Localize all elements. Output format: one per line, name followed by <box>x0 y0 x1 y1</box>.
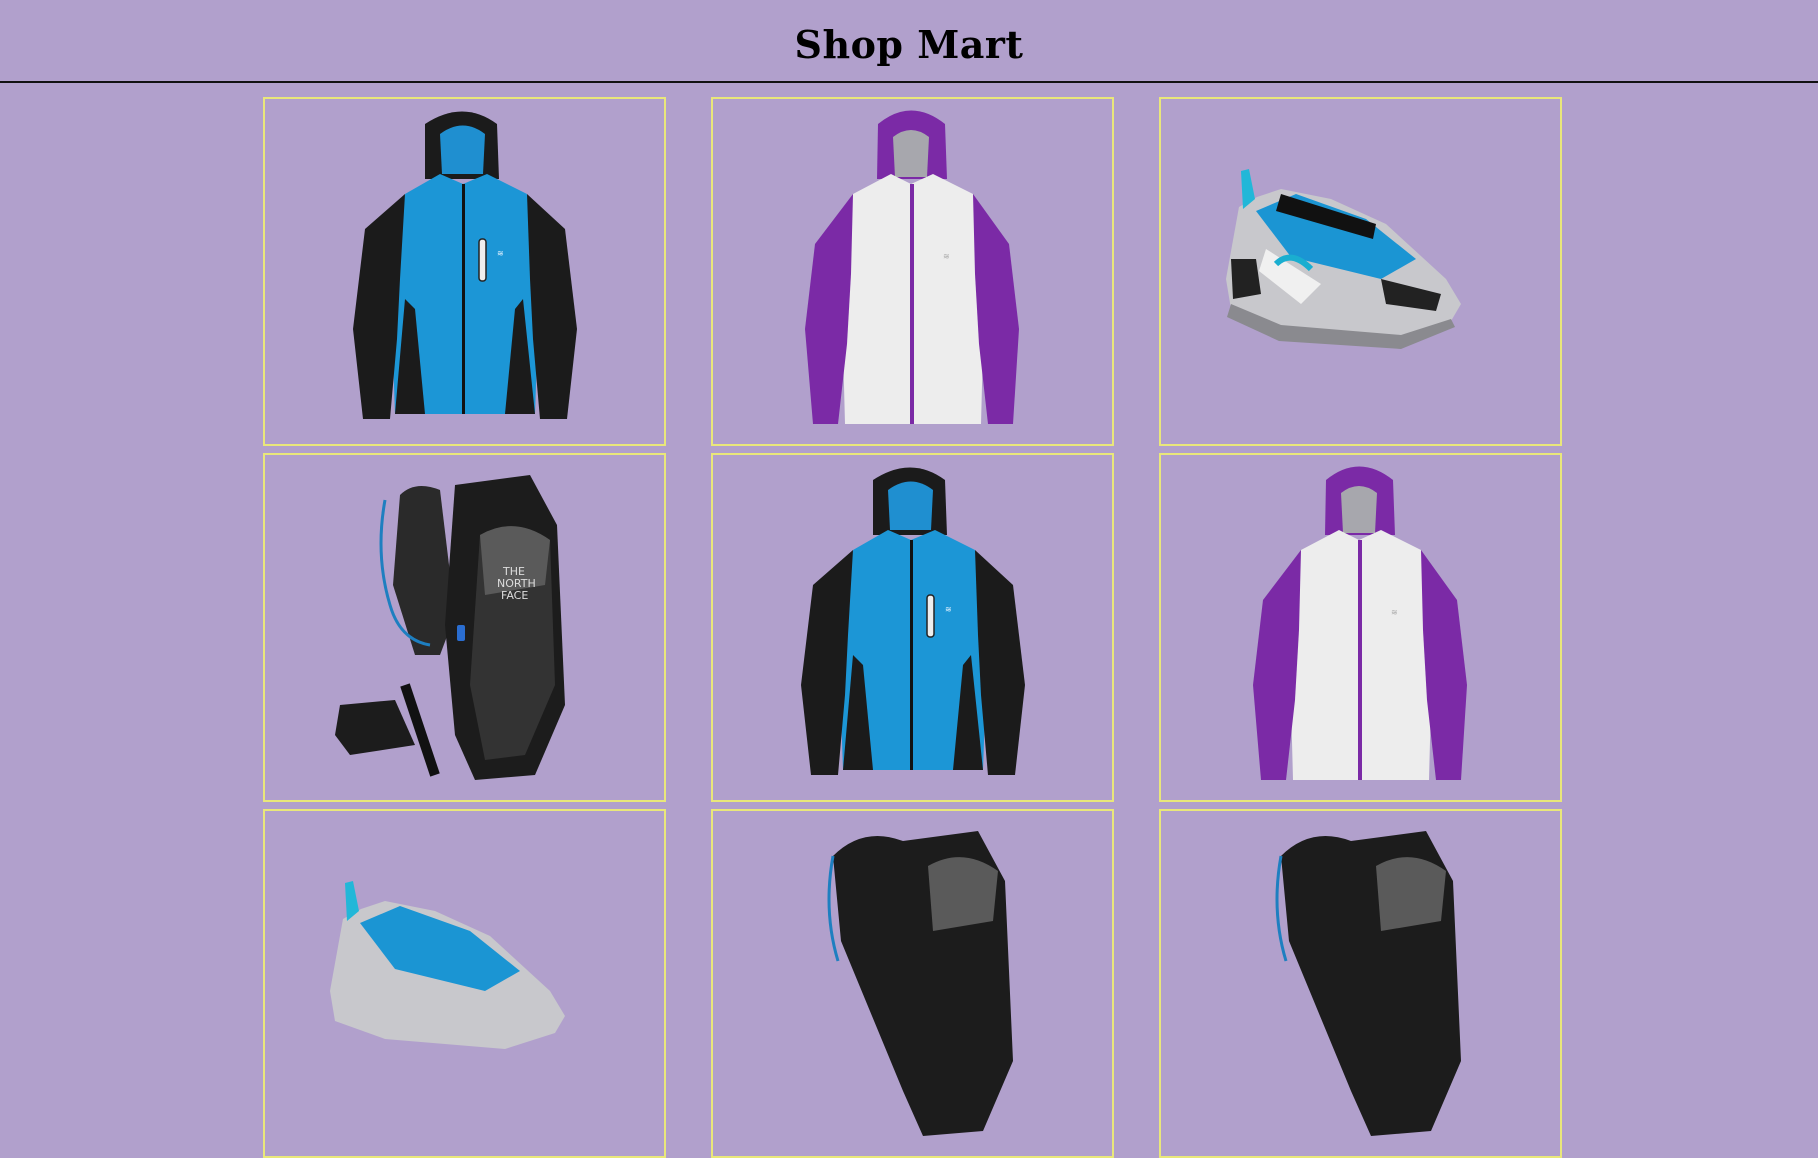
site-header: Shop Mart <box>0 0 1818 83</box>
black-hydration-backpack-image <box>1275 831 1461 1136</box>
product-card-jacket-blue[interactable]: ≋ <box>711 453 1114 802</box>
svg-text:≋: ≋ <box>943 252 950 261</box>
svg-text:≋: ≋ <box>1391 608 1398 617</box>
product-card-jacket-white[interactable]: ≋ <box>711 97 1114 446</box>
product-card-shoe[interactable] <box>1159 97 1562 446</box>
blue-black-hooded-jacket-image: ≋ <box>801 467 1025 775</box>
product-card-backpack[interactable] <box>711 809 1114 1158</box>
product-card-backpack[interactable] <box>1159 809 1562 1158</box>
site-title: Shop Mart <box>794 22 1024 67</box>
svg-text:FACE: FACE <box>501 589 528 602</box>
blue-black-hooded-jacket-image: ≋ <box>353 111 577 419</box>
blue-gray-running-shoe-image <box>1226 169 1461 349</box>
product-card-shoe[interactable] <box>263 809 666 1158</box>
svg-text:≋: ≋ <box>497 249 504 258</box>
black-hydration-backpack-image <box>827 831 1013 1136</box>
svg-text:≋: ≋ <box>945 605 952 614</box>
product-card-jacket-blue[interactable]: ≋ <box>263 97 666 446</box>
blue-gray-running-shoe-image <box>330 881 565 1049</box>
white-purple-hooded-jacket-image: ≋ <box>1253 466 1467 780</box>
product-grid: ≋ ≋ THE NORTH FACE ≋ ≋ <box>263 97 1562 1158</box>
black-hydration-backpack-image: THE NORTH FACE <box>335 475 565 780</box>
product-card-jacket-white[interactable]: ≋ <box>1159 453 1562 802</box>
product-card-backpack[interactable]: THE NORTH FACE <box>263 453 666 802</box>
white-purple-hooded-jacket-image: ≋ <box>805 110 1019 424</box>
